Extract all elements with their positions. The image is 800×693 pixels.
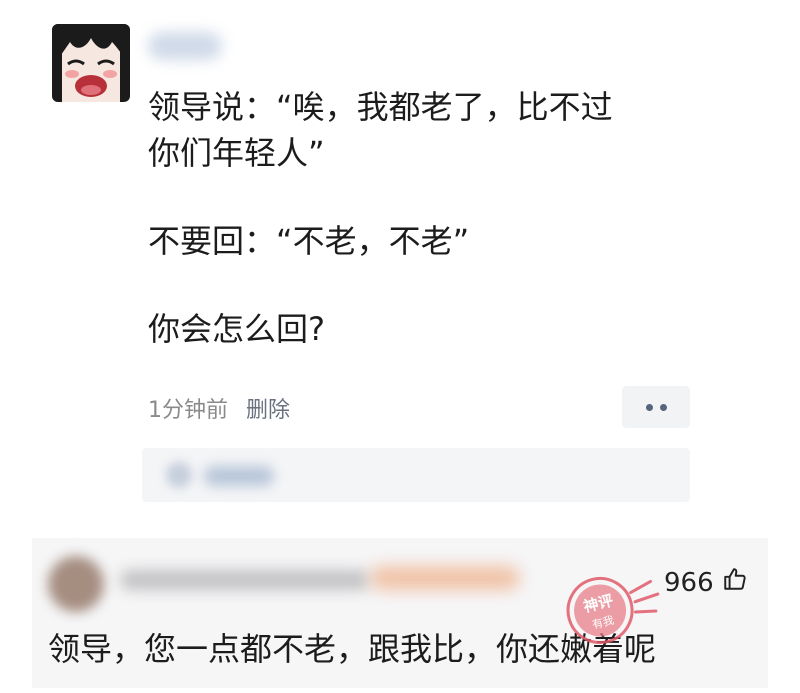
post-card: 领导说：“唉，我都老了，比不过 你们年轻人” 不要回：“不老，不老” 你会怎么回…	[34, 8, 712, 516]
avatar[interactable]	[52, 24, 130, 102]
comment-preview-blurred[interactable]	[142, 448, 690, 502]
reply-text: 领导，您一点都不老，跟我比，你还嫩着呢	[48, 630, 657, 668]
post-line-3: 不要回：“不老，不老”	[148, 222, 470, 260]
post-body: 领导说：“唉，我都老了，比不过 你们年轻人” 不要回：“不老，不老” 你会怎么回…	[148, 84, 708, 352]
thumbs-up-icon	[722, 566, 748, 599]
post-line-2: 你们年轻人”	[148, 134, 325, 172]
reply-avatar[interactable]	[48, 556, 104, 612]
post-line-4: 你会怎么回?	[148, 310, 325, 348]
delete-link[interactable]: 删除	[246, 392, 290, 424]
reply-tag-blurred	[370, 566, 520, 590]
like-button[interactable]: 966	[664, 566, 748, 599]
post-time: 1分钟前	[148, 398, 228, 423]
reply-username-blurred[interactable]	[120, 570, 370, 590]
post-line-1: 领导说：“唉，我都老了，比不过	[148, 88, 613, 126]
username-blurred[interactable]	[148, 32, 222, 60]
more-dots-icon	[645, 403, 667, 411]
post-meta: 1分钟前 删除	[148, 392, 290, 424]
like-count: 966	[664, 567, 714, 598]
more-button[interactable]	[622, 386, 690, 428]
reply-card: 966 领导，您一点都不老，跟我比，你还嫩着呢	[32, 538, 768, 688]
